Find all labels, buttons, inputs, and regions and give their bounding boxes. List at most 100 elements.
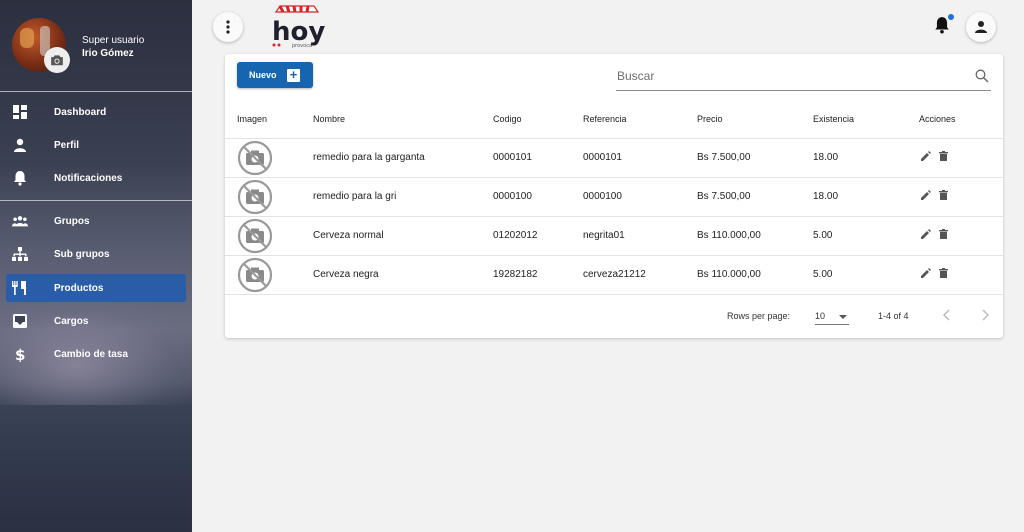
rows-per-page-label: Rows per page: xyxy=(727,311,791,321)
cell-nombre: remedio para la garganta xyxy=(313,137,493,177)
rows-per-page-select[interactable]: 10 xyxy=(815,305,849,325)
cell-codigo: 19282182 xyxy=(493,254,583,294)
row-actions xyxy=(921,229,948,239)
cell-precio: Bs 7.500,00 xyxy=(697,176,813,216)
cell-codigo: 0000101 xyxy=(493,137,583,177)
delete-icon[interactable] xyxy=(939,190,948,200)
edit-icon[interactable] xyxy=(921,229,931,239)
search-input[interactable] xyxy=(616,64,956,88)
hierarchy-icon xyxy=(12,246,28,262)
bell-icon xyxy=(12,170,28,186)
cell-referencia: 0000101 xyxy=(583,137,697,177)
logo-subtext: provoca xyxy=(292,43,312,49)
notifications-button[interactable] xyxy=(934,14,954,34)
column-header-imagen[interactable]: Imagen xyxy=(225,100,313,138)
cell-precio: Bs 7.500,00 xyxy=(697,137,813,177)
sidebar-item-productos[interactable]: Productos xyxy=(6,274,186,302)
sidebar-item-cambio-tasa[interactable]: $ Cambio de tasa xyxy=(6,340,186,368)
products-card: Nuevo + Imagen Nombre Codigo Referencia … xyxy=(225,54,1003,338)
utensils-icon xyxy=(12,280,28,296)
table-row[interactable]: Cerveza normal 01202012 negrita01 Bs 110… xyxy=(225,215,1003,255)
sidebar-item-label: Cargos xyxy=(54,315,89,327)
edit-icon[interactable] xyxy=(921,268,931,279)
camera-icon xyxy=(51,55,63,66)
cell-codigo: 01202012 xyxy=(493,215,583,255)
sidebar-item-notificaciones[interactable]: Notificaciones xyxy=(6,164,186,192)
column-header-precio[interactable]: Precio xyxy=(697,100,813,138)
people-icon xyxy=(12,213,28,229)
cell-referencia: negrita01 xyxy=(583,215,697,255)
delete-icon[interactable] xyxy=(939,151,948,161)
edit-icon[interactable] xyxy=(921,190,931,200)
brand-logo[interactable]: hoy provoca xyxy=(270,4,326,50)
column-header-referencia[interactable]: Referencia xyxy=(583,100,697,138)
page-range: 1-4 of 4 xyxy=(878,311,909,321)
person-icon xyxy=(12,137,28,153)
sidebar-item-label: Dashboard xyxy=(54,106,107,118)
row-actions xyxy=(921,190,948,200)
delete-icon[interactable] xyxy=(939,268,948,279)
account-button[interactable] xyxy=(966,12,996,42)
sidebar-item-label: Perfil xyxy=(54,139,80,151)
no-image-icon xyxy=(237,218,273,253)
table-row[interactable]: remedio para la gri 0000100 0000100 Bs 7… xyxy=(225,176,1003,216)
column-header-existencia[interactable]: Existencia xyxy=(813,100,919,138)
cell-precio: Bs 110.000,00 xyxy=(697,215,813,255)
person-icon xyxy=(975,21,987,33)
sidebar-item-subgrupos[interactable]: Sub grupos xyxy=(6,240,186,268)
more-vertical-icon xyxy=(226,20,230,34)
sidebar-item-perfil[interactable]: Perfil xyxy=(6,131,186,159)
chevron-left-icon[interactable] xyxy=(939,307,955,323)
column-header-codigo[interactable]: Codigo xyxy=(493,100,583,138)
sidebar-divider xyxy=(0,91,192,92)
column-header-nombre[interactable]: Nombre xyxy=(313,100,493,138)
cell-nombre: Cerveza normal xyxy=(313,215,493,255)
rows-per-page-value: 10 xyxy=(815,311,826,321)
cell-codigo: 0000100 xyxy=(493,176,583,216)
change-photo-button[interactable] xyxy=(44,47,70,73)
no-image-icon xyxy=(237,179,273,214)
sidebar-item-grupos[interactable]: Grupos xyxy=(6,207,186,235)
svg-text:$: $ xyxy=(15,346,25,362)
dollar-icon: $ xyxy=(12,346,28,362)
user-role: Super usuario xyxy=(82,35,145,46)
chevron-down-icon xyxy=(839,315,847,319)
cell-nombre: remedio para la gri xyxy=(313,176,493,216)
plus-icon: + xyxy=(287,68,300,82)
no-image-icon xyxy=(237,140,273,175)
row-actions xyxy=(921,151,948,161)
products-table: Imagen Nombre Codigo Referencia Precio E… xyxy=(225,100,1003,294)
column-header-acciones: Acciones xyxy=(919,113,956,124)
sidebar-item-label: Cambio de tasa xyxy=(54,348,128,360)
cell-existencia: 5.00 xyxy=(813,215,919,255)
sidebar-item-label: Productos xyxy=(54,282,104,294)
sidebar: Super usuario Irio Gómez Dashboard Perfi… xyxy=(0,0,192,532)
sidebar-item-label: Sub grupos xyxy=(54,248,110,260)
chevron-right-icon[interactable] xyxy=(977,307,993,323)
dashboard-icon xyxy=(12,104,28,120)
cell-existencia: 18.00 xyxy=(813,137,919,177)
menu-toggle-button[interactable] xyxy=(213,12,243,42)
user-profile-block: Super usuario Irio Gómez xyxy=(0,0,192,90)
new-button-label: Nuevo xyxy=(249,70,277,80)
notification-badge xyxy=(948,14,954,20)
sidebar-divider xyxy=(0,200,192,201)
delete-icon[interactable] xyxy=(939,229,948,239)
edit-icon[interactable] xyxy=(921,151,931,161)
cell-nombre: Cerveza negra xyxy=(313,254,493,294)
cell-precio: Bs 110.000,00 xyxy=(697,254,813,294)
table-row[interactable]: Cerveza negra 19282182 cerveza21212 Bs 1… xyxy=(225,254,1003,294)
cell-referencia: cerveza21212 xyxy=(583,254,697,294)
search-field xyxy=(616,64,991,91)
sidebar-background-sea xyxy=(0,405,192,532)
new-product-button[interactable]: Nuevo + xyxy=(237,62,313,88)
search-icon[interactable] xyxy=(975,69,989,83)
user-info: Super usuario Irio Gómez xyxy=(82,34,144,60)
sidebar-item-dashboard[interactable]: Dashboard xyxy=(6,98,186,126)
no-image-icon xyxy=(237,257,273,292)
inbox-icon xyxy=(12,313,28,329)
table-header-row: Imagen Nombre Codigo Referencia Precio E… xyxy=(225,100,1003,138)
table-row[interactable]: remedio para la garganta 0000101 0000101… xyxy=(225,137,1003,177)
cell-referencia: 0000100 xyxy=(583,176,697,216)
sidebar-item-cargos[interactable]: Cargos xyxy=(6,307,186,335)
